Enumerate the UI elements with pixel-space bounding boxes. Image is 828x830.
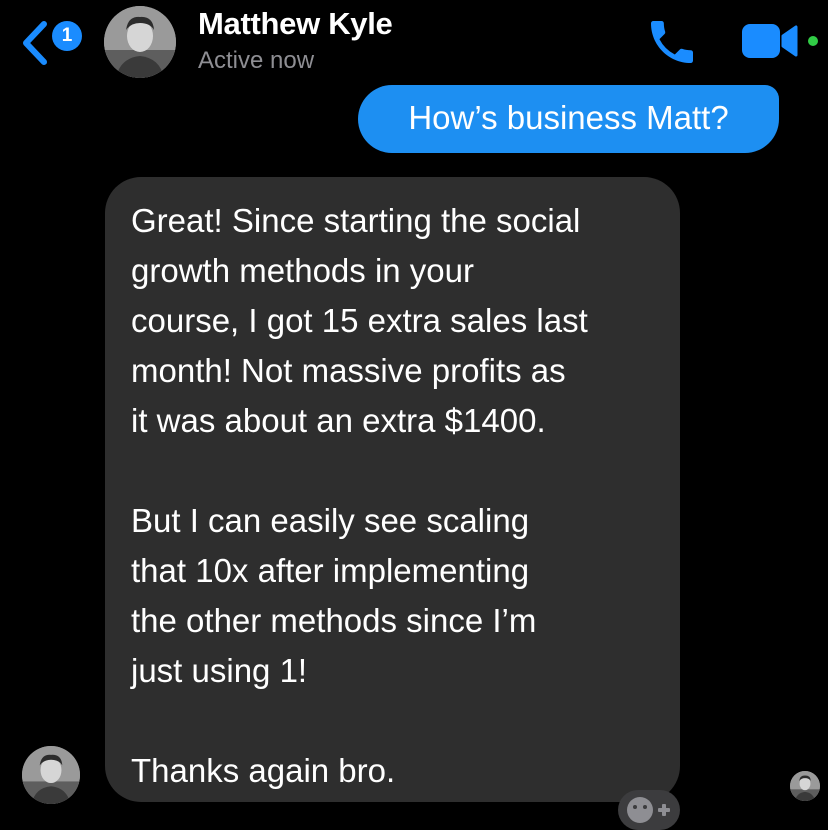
chevron-left-icon — [23, 21, 47, 65]
add-reaction-button[interactable] — [618, 790, 680, 830]
message-line: month! Not massive profits as — [131, 352, 566, 389]
outgoing-message[interactable]: How’s business Matt? — [358, 85, 779, 153]
phone-icon — [651, 21, 693, 63]
video-call-button[interactable] — [738, 18, 818, 64]
contact-name: Matthew Kyle — [198, 6, 393, 41]
message-line: the other methods since I’m — [131, 602, 537, 639]
unread-count-badge: 1 — [52, 21, 82, 51]
message-line: Thanks again bro. — [131, 752, 396, 789]
voice-call-button[interactable] — [644, 14, 700, 70]
message-line: it was about an extra $1400. — [131, 402, 546, 439]
online-indicator — [808, 36, 818, 46]
incoming-message[interactable]: Great! Since starting the social growth … — [105, 177, 680, 802]
video-camera-icon — [742, 24, 798, 58]
avatar-photo — [22, 746, 80, 804]
active-status: Active now — [198, 47, 315, 74]
message-line: just using 1! — [131, 652, 308, 689]
message-line: that 10x after implementing — [131, 552, 530, 589]
sender-avatar[interactable] — [22, 746, 80, 804]
avatar-photo — [790, 771, 820, 801]
message-line: But I can easily see scaling — [131, 502, 530, 539]
message-line: course, I got 15 extra sales last — [131, 302, 588, 339]
message-line: Great! Since starting the social — [131, 202, 581, 239]
avatar-photo — [104, 6, 176, 78]
contact-avatar[interactable] — [104, 6, 176, 78]
read-receipt-avatar — [790, 771, 820, 801]
message-line: growth methods in your — [131, 252, 475, 289]
add-reaction-icon — [627, 797, 670, 823]
back-button[interactable]: 1 — [18, 18, 84, 68]
